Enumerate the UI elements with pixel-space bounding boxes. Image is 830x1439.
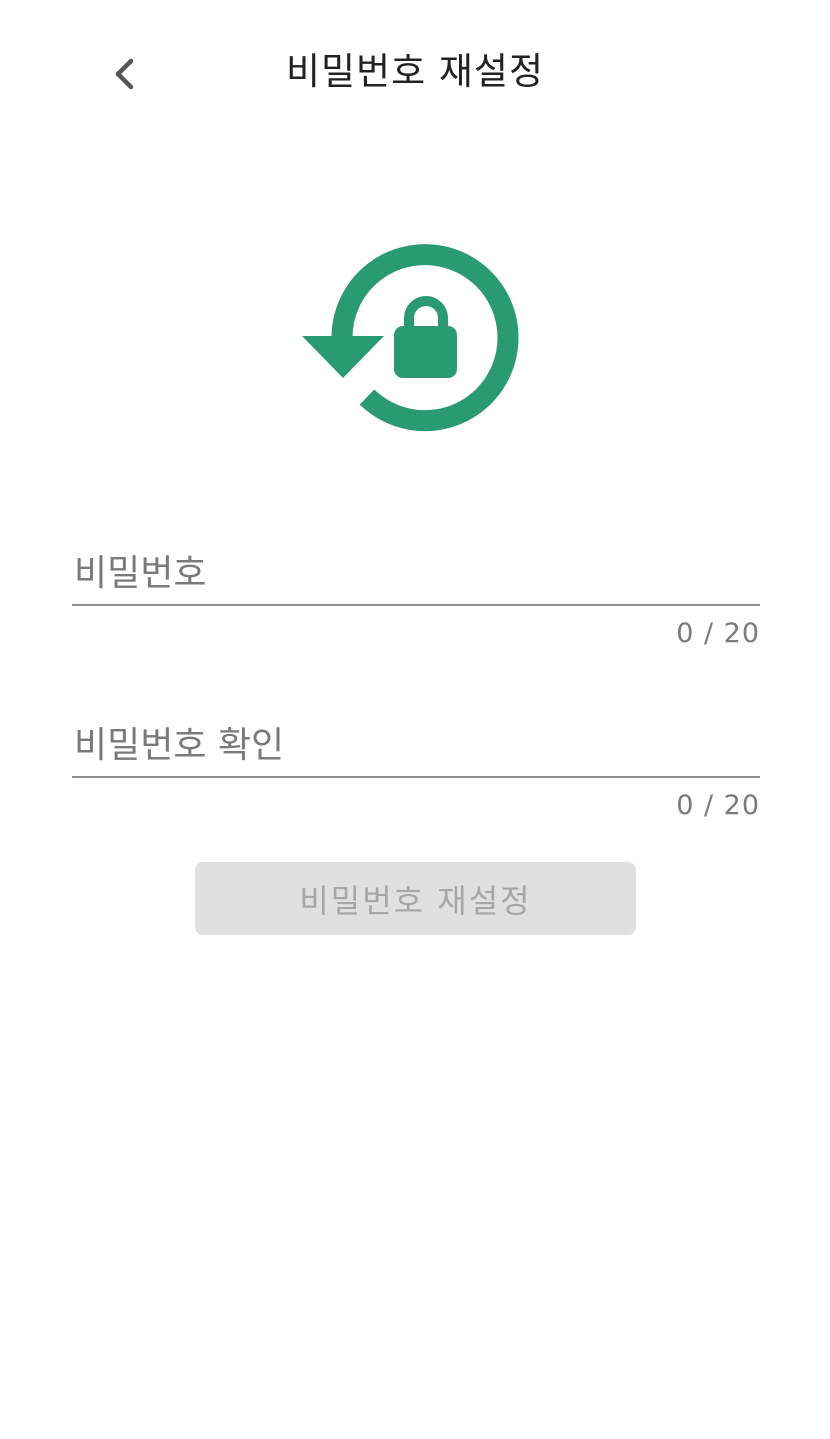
password-confirm-field: 0 / 20 (72, 714, 760, 821)
password-field: 0 / 20 (72, 542, 760, 649)
password-confirm-char-counter: 0 / 20 (676, 790, 760, 821)
password-input[interactable] (72, 542, 760, 604)
password-char-counter: 0 / 20 (676, 618, 760, 649)
reset-password-button[interactable]: 비밀번호 재설정 (195, 862, 636, 935)
password-confirm-underline (72, 776, 760, 778)
password-underline (72, 604, 760, 606)
app-header: 비밀번호 재설정 (0, 0, 830, 150)
page-title: 비밀번호 재설정 (285, 50, 545, 93)
lock-reset-icon (302, 244, 519, 432)
password-confirm-input[interactable] (72, 714, 760, 776)
